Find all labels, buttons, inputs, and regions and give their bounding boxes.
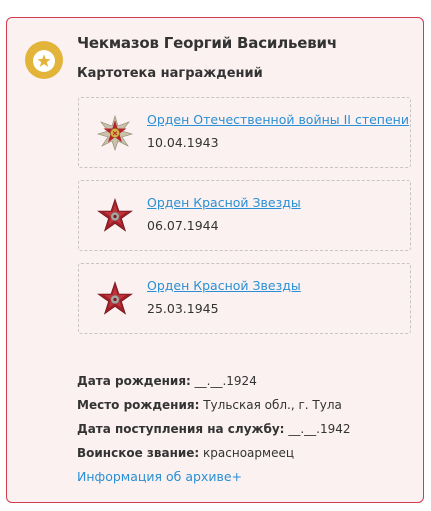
award-item: Орден Отечественной войны II степени 10.…: [78, 97, 411, 168]
birth-place-value: Тульская обл., г. Тула: [203, 398, 342, 412]
service-date-label: Дата поступления на службу:: [77, 422, 285, 436]
rank-row: Воинское звание: красноармеец: [77, 446, 294, 460]
award-item: Орден Красной Звезды 06.07.1944: [78, 180, 411, 251]
award-item: Орден Красной Звезды 25.03.1945: [78, 263, 411, 334]
medal-badge-icon: [25, 41, 63, 79]
rank-label: Воинское звание:: [77, 446, 200, 460]
order-red-star-icon: [97, 198, 133, 232]
birth-date-value: __.__.1924: [194, 374, 257, 388]
birth-date-row: Дата рождения: __.__.1924: [77, 374, 257, 388]
award-card: Чекмазов Георгий Васильевич Картотека на…: [6, 17, 424, 503]
birth-date-label: Дата рождения:: [77, 374, 191, 388]
award-date: 10.04.1943: [147, 135, 219, 150]
award-title-link[interactable]: Орден Красной Звезды: [147, 195, 301, 210]
rank-value: красноармеец: [203, 446, 295, 460]
section-title: Картотека награждений: [77, 66, 263, 81]
person-name: Чекмазов Георгий Васильевич: [77, 34, 337, 52]
service-date-value: __.__.1942: [288, 422, 351, 436]
archive-info-link[interactable]: Информация об архиве+: [77, 469, 242, 484]
birth-place-label: Место рождения:: [77, 398, 200, 412]
order-patriotic-war-icon: [97, 115, 133, 151]
award-title-link[interactable]: Орден Красной Звезды: [147, 278, 301, 293]
award-date: 06.07.1944: [147, 218, 219, 233]
order-red-star-icon: [97, 281, 133, 315]
award-title-link[interactable]: Орден Отечественной войны II степени: [147, 112, 409, 127]
award-date: 25.03.1945: [147, 301, 219, 316]
birth-place-row: Место рождения: Тульская обл., г. Тула: [77, 398, 342, 412]
service-date-row: Дата поступления на службу: __.__.1942: [77, 422, 350, 436]
